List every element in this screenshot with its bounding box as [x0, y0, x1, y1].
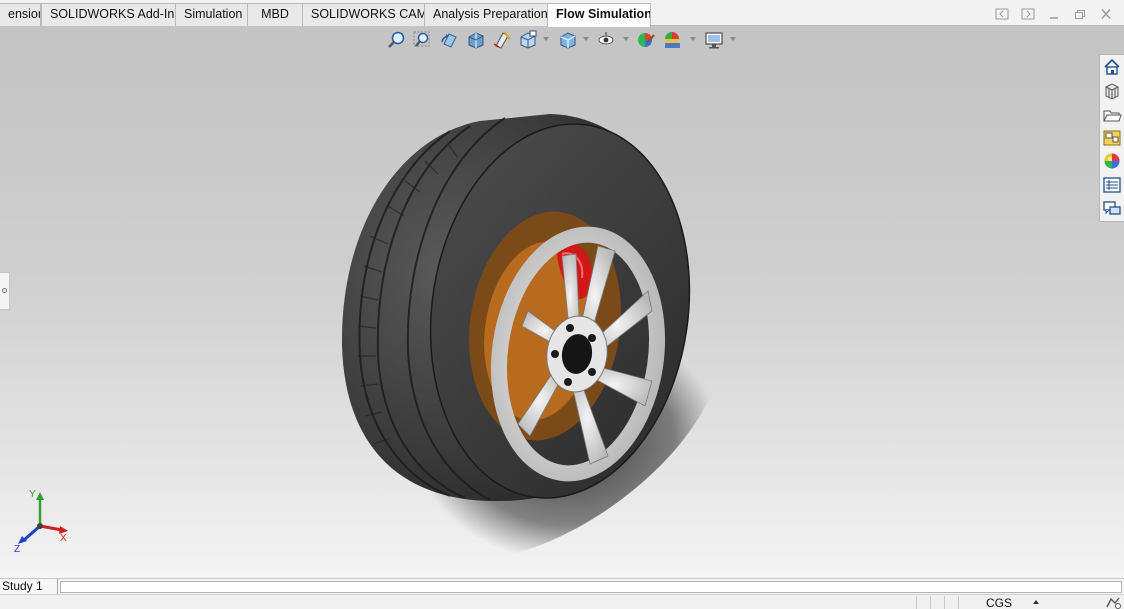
view-palette-icon[interactable]: [1102, 128, 1122, 148]
triad-z-label: Z: [14, 544, 20, 555]
display-style-icon[interactable]: [558, 30, 578, 50]
heads-up-view-toolbar: [386, 28, 746, 52]
wheel-assembly-model[interactable]: [330, 106, 750, 566]
previous-view-icon[interactable]: [440, 30, 460, 50]
custom-properties-icon[interactable]: [1102, 175, 1122, 195]
graphics-area[interactable]: Y X Z: [0, 26, 1124, 578]
tab-dimensions[interactable]: ensions: [0, 3, 41, 26]
command-manager-tabs: ensions SOLIDWORKS Add-Ins Simulation MB…: [0, 0, 1124, 27]
tile-left-icon[interactable]: [995, 8, 1009, 20]
section-view-icon[interactable]: [466, 30, 486, 50]
tab-analysis-preparation[interactable]: Analysis Preparation: [424, 3, 548, 26]
design-library-icon[interactable]: [1102, 81, 1122, 101]
study-tab[interactable]: Study 1: [0, 579, 58, 595]
horizontal-scrollbar[interactable]: [60, 581, 1122, 593]
chevron-down-icon[interactable]: [583, 37, 589, 41]
view-settings-icon[interactable]: [704, 30, 724, 50]
status-divider: [958, 596, 959, 609]
tab-flow-simulation[interactable]: Flow Simulation: [547, 3, 651, 27]
tab-simulation[interactable]: Simulation: [175, 3, 248, 26]
file-explorer-icon[interactable]: [1102, 105, 1122, 125]
chevron-down-icon[interactable]: [543, 37, 549, 41]
forum-icon[interactable]: [1102, 199, 1122, 219]
zoom-to-area-icon[interactable]: [412, 30, 432, 50]
reference-triad: Y X Z: [14, 489, 68, 555]
appearances-icon[interactable]: [1102, 151, 1122, 171]
edit-appearance-icon[interactable]: [636, 30, 656, 50]
rebuild-status-icon[interactable]: [1105, 597, 1121, 609]
dynamic-annotation-icon[interactable]: [492, 30, 512, 50]
minimize-icon[interactable]: [1047, 8, 1061, 20]
apply-scene-icon[interactable]: [662, 30, 682, 50]
tile-right-icon[interactable]: [1021, 8, 1035, 20]
triad-x-label: X: [60, 533, 67, 544]
view-orientation-icon[interactable]: [518, 30, 538, 50]
status-divider: [944, 596, 945, 609]
chevron-down-icon[interactable]: [730, 37, 736, 41]
restore-icon[interactable]: [1073, 8, 1087, 20]
hide-show-items-icon[interactable]: [596, 30, 616, 50]
chevron-up-icon[interactable]: [1033, 600, 1039, 604]
study-tab-bar: Study 1: [0, 578, 1124, 595]
tab-mbd[interactable]: MBD: [247, 3, 303, 26]
chevron-down-icon[interactable]: [690, 37, 696, 41]
home-icon[interactable]: [1102, 57, 1122, 77]
status-divider: [930, 596, 931, 609]
tab-solidworks-cam[interactable]: SOLIDWORKS CAM: [302, 3, 425, 26]
triad-y-label: Y: [29, 489, 36, 500]
close-icon[interactable]: [1099, 8, 1113, 20]
task-pane: [1099, 54, 1124, 222]
tab-solidworks-add-ins[interactable]: SOLIDWORKS Add-Ins: [41, 3, 176, 26]
status-divider: [916, 596, 917, 609]
status-bar: CGS: [0, 594, 1124, 609]
unit-system-selector[interactable]: CGS: [986, 597, 1012, 609]
chevron-down-icon[interactable]: [623, 37, 629, 41]
feature-manager-toggle[interactable]: [0, 272, 10, 310]
zoom-to-fit-icon[interactable]: [386, 30, 406, 50]
